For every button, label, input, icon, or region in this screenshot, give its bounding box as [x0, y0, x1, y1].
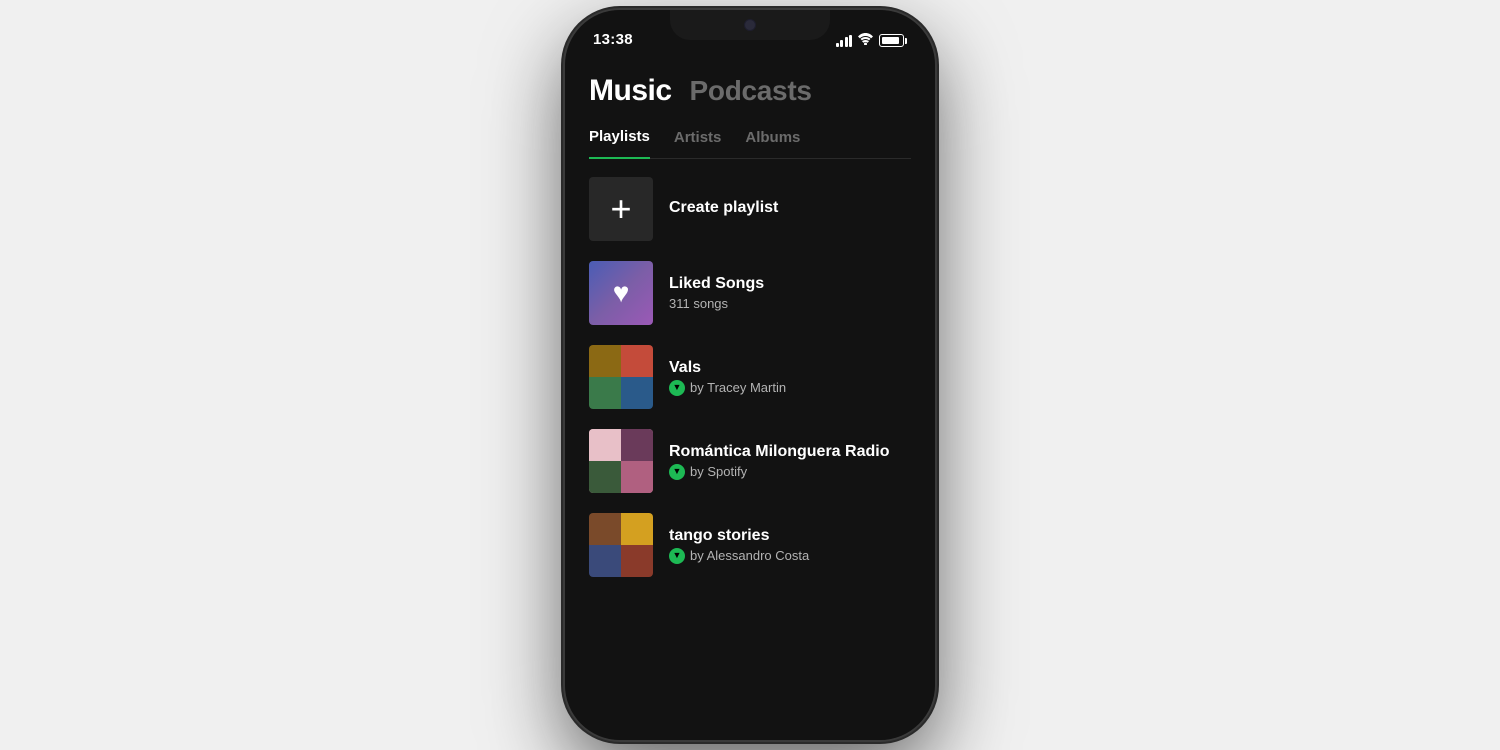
list-item[interactable]: ♥ Liked Songs 311 songs — [565, 251, 935, 335]
main-tabs: Music Podcasts — [589, 74, 911, 108]
playlist-info: tango stories ▼ by Alessandro Costa — [669, 527, 911, 564]
playlist-info: Create playlist — [669, 199, 911, 220]
power-button[interactable] — [935, 200, 939, 260]
camera-dot — [744, 19, 756, 31]
heart-icon: ♥ — [613, 277, 630, 309]
liked-songs-thumb: ♥ — [589, 261, 653, 325]
playlist-title: tango stories — [669, 527, 911, 545]
playlist-subtitle-row: ▼ by Alessandro Costa — [669, 548, 911, 564]
download-icon: ▼ — [673, 551, 682, 560]
notch — [670, 10, 830, 40]
list-item[interactable]: tango stories ▼ by Alessandro Costa — [565, 503, 935, 587]
playlist-title: Liked Songs — [669, 275, 911, 293]
podcasts-tab[interactable]: Podcasts — [690, 75, 812, 107]
download-badge: ▼ — [669, 548, 685, 564]
wifi-icon — [858, 33, 873, 48]
status-icons — [836, 33, 908, 48]
romantica-thumb — [589, 429, 653, 493]
list-item[interactable]: Vals ▼ by Tracey Martin — [565, 335, 935, 419]
download-badge: ▼ — [669, 464, 685, 480]
download-icon: ▼ — [673, 467, 682, 476]
battery-icon — [879, 34, 907, 47]
phone-screen: 13:38 — [565, 10, 935, 740]
playlist-subtitle: 311 songs — [669, 296, 911, 311]
playlist-subtitle-row: ▼ by Spotify — [669, 464, 911, 480]
tab-artists[interactable]: Artists — [674, 129, 722, 158]
list-item[interactable]: + Create playlist — [565, 167, 935, 251]
playlist-title: Create playlist — [669, 199, 911, 217]
playlist-subtitle: by Alessandro Costa — [690, 548, 809, 563]
playlist-subtitle: by Spotify — [690, 464, 747, 479]
playlist-subtitle-row: ▼ by Tracey Martin — [669, 380, 911, 396]
playlist-title: Vals — [669, 359, 911, 377]
playlist-info: Romántica Milonguera Radio ▼ by Spotify — [669, 443, 911, 480]
signal-icon — [836, 35, 853, 47]
playlist-info: Liked Songs 311 songs — [669, 275, 911, 311]
playlist-info: Vals ▼ by Tracey Martin — [669, 359, 911, 396]
download-icon: ▼ — [673, 383, 682, 392]
phone-frame: 13:38 — [565, 10, 935, 740]
download-badge: ▼ — [669, 380, 685, 396]
music-tab[interactable]: Music — [589, 74, 672, 108]
vals-thumb — [589, 345, 653, 409]
playlist-list: + Create playlist ♥ Liked Songs — [565, 159, 935, 595]
playlist-subtitle: by Tracey Martin — [690, 380, 786, 395]
tab-albums[interactable]: Albums — [745, 129, 800, 158]
playlist-title: Romántica Milonguera Radio — [669, 443, 911, 461]
tango-thumb — [589, 513, 653, 577]
plus-icon: + — [610, 191, 631, 227]
phone-device: 13:38 — [565, 10, 935, 740]
status-time: 13:38 — [593, 31, 633, 48]
list-item[interactable]: Romántica Milonguera Radio ▼ by Spotify — [565, 419, 935, 503]
sub-tabs: Playlists Artists Albums — [589, 128, 911, 159]
tab-playlists[interactable]: Playlists — [589, 128, 650, 159]
header-section: Music Podcasts Playlists Artists Albums — [565, 54, 935, 159]
screen-content: Music Podcasts Playlists Artists Albums — [565, 54, 935, 740]
create-playlist-thumb: + — [589, 177, 653, 241]
